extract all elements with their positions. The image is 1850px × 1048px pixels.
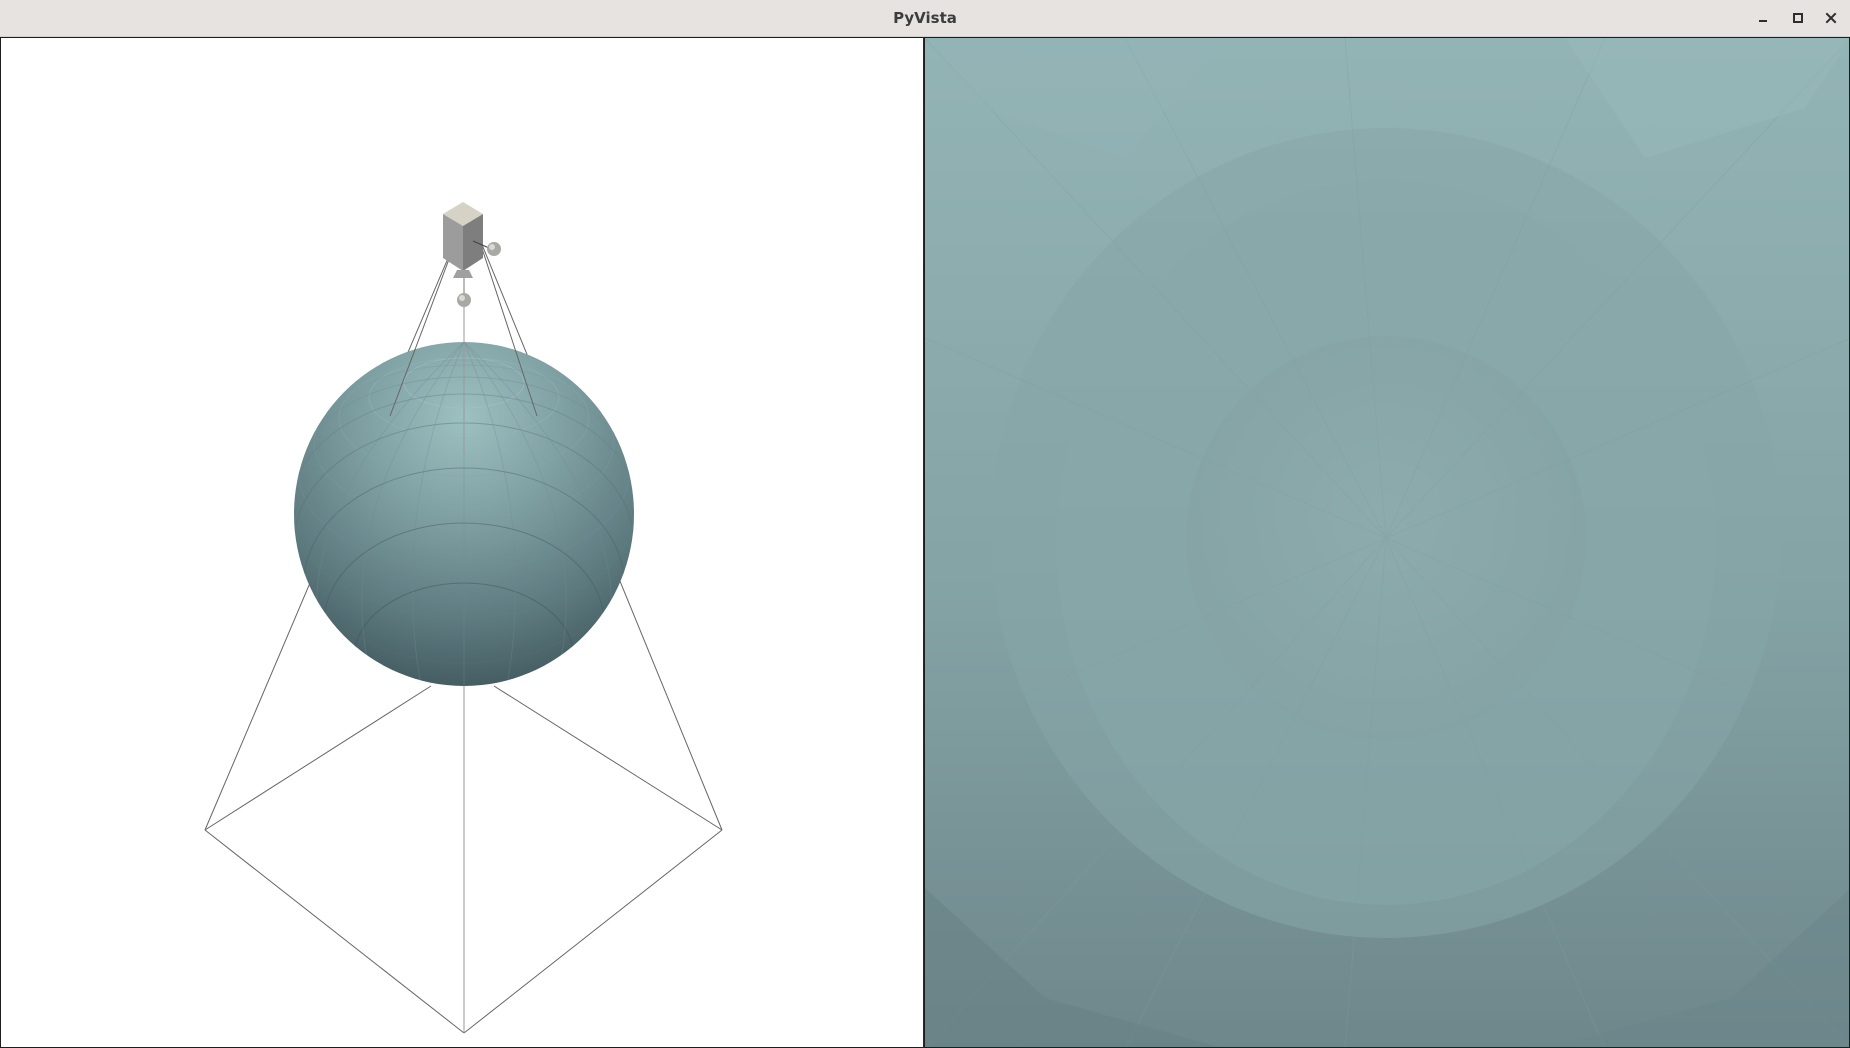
minimize-button[interactable]: [1750, 6, 1776, 30]
close-button[interactable]: [1818, 6, 1844, 30]
scene-canvas-right[interactable]: [925, 38, 1850, 1048]
maximize-icon: [1793, 13, 1803, 23]
close-icon: [1825, 12, 1837, 24]
minimize-icon: [1759, 20, 1767, 22]
scene-viewport-left[interactable]: [0, 37, 924, 1048]
window-title: PyVista: [893, 9, 957, 27]
scene-canvas-left[interactable]: [1, 38, 924, 1048]
scene-viewport-right[interactable]: [924, 37, 1850, 1048]
window-titlebar[interactable]: PyVista: [0, 0, 1850, 37]
camera-icon[interactable]: [443, 202, 501, 307]
maximize-button[interactable]: [1785, 6, 1811, 30]
sphere-closeup-mesh[interactable]: [925, 38, 1850, 1048]
